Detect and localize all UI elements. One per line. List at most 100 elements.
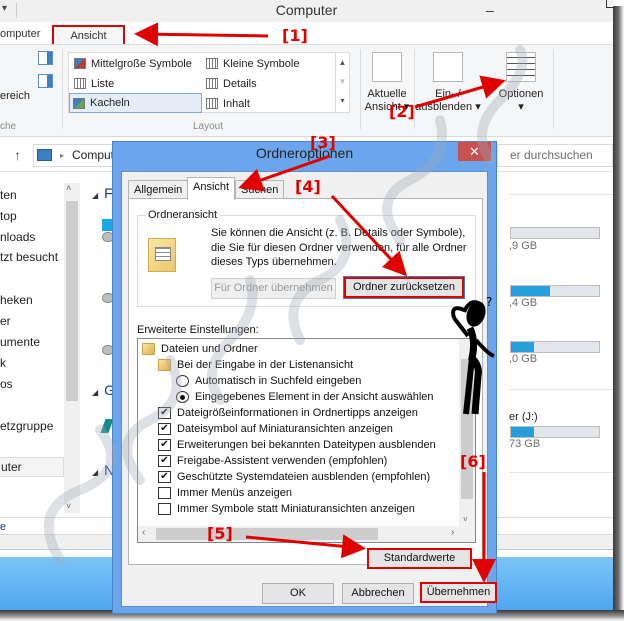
nav-item[interactable]: ten (0, 187, 17, 203)
folder-icon (142, 343, 155, 355)
details-pane-icon[interactable] (38, 74, 53, 88)
close-icon: ✕ (469, 144, 480, 159)
layout-content[interactable]: Inhalt (203, 94, 333, 114)
minimize-button[interactable]: – (486, 2, 494, 18)
computer-icon (37, 149, 52, 161)
radio-button[interactable] (176, 391, 189, 403)
nav-item[interactable]: heken (0, 292, 33, 308)
tab-ansicht[interactable]: Ansicht (187, 177, 236, 200)
breadcrumb-chevron-icon[interactable]: ▸ (60, 145, 64, 166)
nav-item[interactable]: nloads (0, 229, 35, 245)
layout-list[interactable]: Liste (71, 74, 201, 94)
maximize-button[interactable] (606, 0, 613, 8)
scroll-thumb[interactable] (66, 201, 78, 401)
up-arrow-icon[interactable]: ↑ (14, 147, 21, 163)
annotation-label-6: [6] (460, 452, 486, 471)
restore-defaults-button[interactable]: Standardwerte (367, 548, 472, 569)
options-button[interactable]: Optionen ▾ (492, 50, 550, 114)
option-label: Freigabe-Assistent verwenden (empfohlen) (177, 455, 388, 467)
nav-item[interactable]: k (0, 355, 6, 371)
layout-tiles[interactable]: Kacheln (69, 93, 202, 113)
checkbox[interactable]: ✔ (158, 471, 171, 483)
ribbon-tab-computer[interactable]: omputer (0, 25, 40, 44)
cancel-button[interactable]: Abbrechen (342, 583, 414, 604)
folder-view-description: Sie können die Ansicht (z. B. Details od… (211, 227, 467, 268)
nav-item[interactable]: er (0, 313, 11, 329)
drive-capacity-bar (510, 341, 600, 353)
checkbox[interactable] (158, 503, 171, 515)
reset-folders-button[interactable]: Ordner zurücksetzen (343, 276, 465, 299)
checkbox[interactable] (158, 487, 171, 499)
nav-item[interactable]: tzt besucht (0, 249, 58, 265)
show-hide-button[interactable]: Ein- / ausblenden ▾ (414, 50, 482, 114)
divider (509, 472, 613, 473)
address-field[interactable]: ▸ Computer (33, 144, 125, 167)
drive-capacity-bar (510, 285, 600, 297)
scroll-up-icon[interactable]: ˄ (66, 183, 71, 193)
checkbox[interactable]: ✔ (158, 439, 171, 451)
scroll-left-icon[interactable]: ‹ (142, 527, 145, 538)
option-label: Bei der Eingabe in der Listenansicht (177, 359, 354, 371)
nav-item[interactable]: top (0, 208, 17, 224)
tree-horizontal-scrollbar[interactable]: ‹ › (138, 526, 475, 542)
drive-capacity-text: ,9 GB (509, 240, 538, 252)
layout-group-label: Layout (193, 121, 224, 132)
annotation-label-1: [1] (282, 26, 308, 45)
nav-item[interactable]: umente (0, 334, 40, 350)
radio-button[interactable] (176, 375, 189, 387)
gallery-up-icon[interactable]: ▲ (336, 53, 349, 72)
scroll-down-icon[interactable]: ˅ (66, 501, 71, 511)
layout-gallery-scroll[interactable]: ▲ ▼ ▾ (335, 53, 349, 112)
tab-page-ansicht: Ordneransicht Sie können die Ansicht (z.… (128, 198, 483, 569)
apply-button[interactable]: Übernehmen (420, 582, 497, 603)
group-separator (553, 49, 554, 129)
annotation-label-5: [5] (207, 524, 233, 543)
option-label: Immer Symbole statt Miniaturansichten an… (177, 503, 415, 515)
folder-icon (158, 359, 171, 371)
tab-allgemein[interactable]: Allgemein (128, 180, 189, 199)
drive-name[interactable]: er (J:) (509, 411, 538, 423)
divider (509, 389, 613, 390)
nav-scrollbar[interactable]: ˄ ˅ (64, 183, 80, 513)
ok-button[interactable]: OK (262, 583, 334, 604)
group-separator (360, 49, 361, 129)
dialog-title: Ordneroptionen (255, 145, 354, 161)
ribbon-tab-ansicht[interactable]: Ansicht (52, 25, 125, 44)
search-input[interactable]: er durchsuchen (497, 144, 613, 167)
close-button[interactable]: ✕ (458, 142, 491, 161)
window-shadow (613, 6, 624, 621)
section-header[interactable]: ◢ N (92, 462, 114, 478)
annotation-label-4: [4] (295, 177, 321, 196)
layout-medium-icons[interactable]: Mittelgroße Symbole (71, 54, 205, 74)
preview-pane-icon[interactable] (38, 51, 53, 65)
tab-suchen[interactable]: Suchen (235, 180, 285, 199)
explorer-titlebar: ▾ Computer – (0, 0, 613, 22)
options-icon (506, 52, 536, 82)
scroll-thumb[interactable] (156, 528, 378, 540)
nav-item-selected[interactable]: uter (0, 457, 64, 477)
apply-to-folders-button[interactable]: Für Ordner übernehmen (211, 278, 336, 299)
layout-details[interactable]: Details (203, 74, 333, 94)
checkbox[interactable]: ✔ (158, 407, 171, 419)
drive-capacity-text: ,4 GB (509, 297, 538, 309)
scroll-down-icon[interactable]: ˅ (463, 515, 468, 524)
option-label: Dateien und Ordner (161, 343, 258, 355)
checkbox[interactable]: ✔ (158, 423, 171, 435)
thinking-figure-icon: ? (451, 296, 495, 415)
gallery-more-icon[interactable]: ▾ (336, 91, 349, 110)
checkbox[interactable]: ✔ (158, 455, 171, 467)
panes-group-label: che (0, 121, 17, 132)
option-label: Dateisymbol auf Miniaturansichten anzeig… (177, 423, 393, 435)
layout-small-icons[interactable]: Kleine Symbole (203, 54, 333, 74)
scroll-right-icon[interactable]: › (451, 527, 454, 538)
svg-text:?: ? (486, 296, 492, 309)
drive-capacity-text: ,0 GB (509, 353, 538, 365)
nav-item[interactable]: os (0, 376, 13, 392)
drive-capacity-fill (511, 342, 534, 352)
window-title: Computer (275, 2, 338, 18)
folder-view-legend: Ordneransicht (146, 209, 220, 221)
nav-item[interactable]: etzgruppe (0, 418, 53, 434)
tiles-icon (73, 98, 85, 109)
gallery-down-icon[interactable]: ▼ (336, 72, 349, 91)
section-header[interactable]: ◢ F (92, 185, 113, 201)
